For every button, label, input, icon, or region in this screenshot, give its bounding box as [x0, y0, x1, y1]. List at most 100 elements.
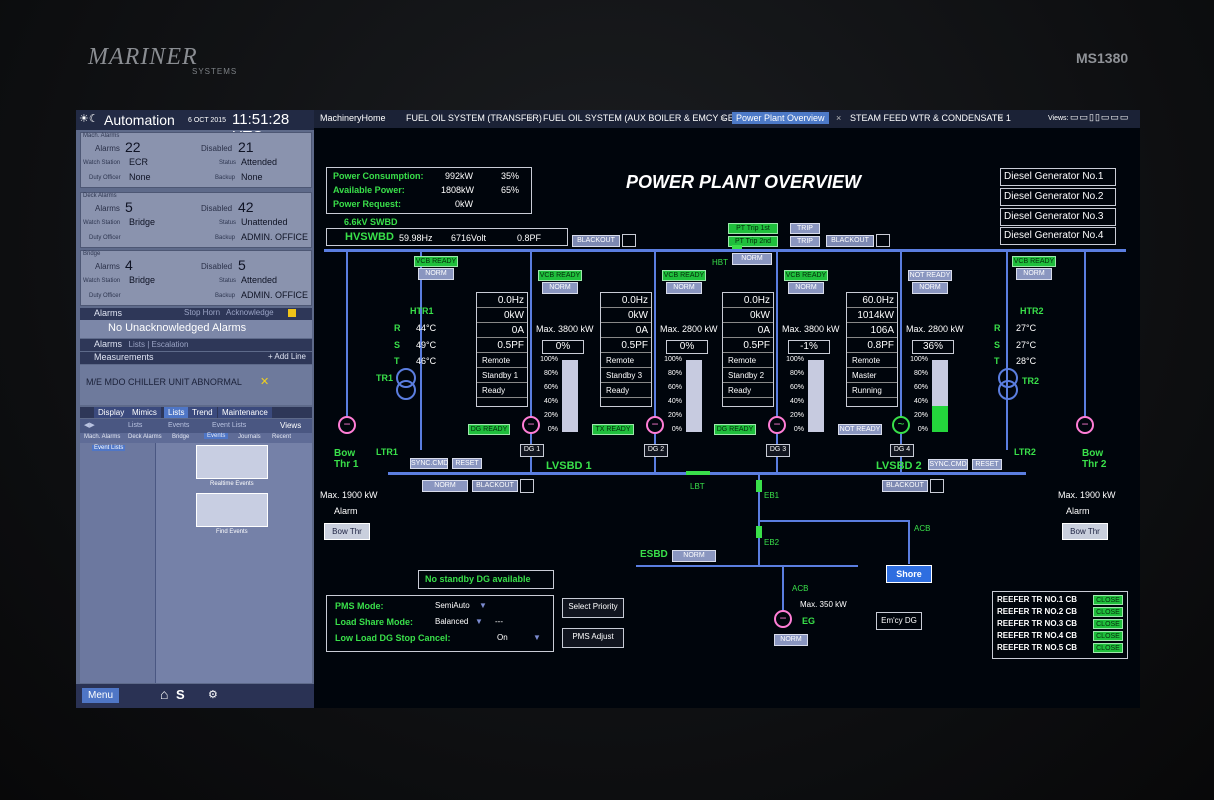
blackout-button-lv2[interactable]: BLACKOUT — [882, 480, 928, 492]
htr1-norm-button[interactable]: NORM — [418, 268, 454, 280]
mach-alarms-box[interactable]: Mach. Alarms Alarms 22 Disabled 21 Watch… — [80, 132, 312, 188]
eg-icon[interactable]: − — [774, 610, 792, 628]
home-icon[interactable]: ⌂ — [160, 686, 168, 702]
backup-value[interactable]: ADMIN. OFFICE — [241, 290, 308, 300]
realtime-events-thumb[interactable] — [196, 445, 268, 479]
shore-feeder-h — [758, 520, 908, 522]
lists-escalation-link[interactable]: Lists | Escalation — [129, 340, 189, 349]
lvsbd1-norm-button[interactable]: NORM — [422, 480, 468, 492]
emcy-dg-button[interactable]: Em'cy DG — [876, 612, 922, 630]
add-line-button[interactable]: + Add Line — [268, 352, 306, 361]
tab-trend[interactable]: Trend — [188, 407, 217, 418]
event-lists-item[interactable]: Event Lists — [92, 445, 126, 451]
tab-maintenance[interactable]: Maintenance — [218, 407, 272, 418]
dg-load-fill — [932, 406, 948, 432]
hvswbd-hz: 59.98Hz — [399, 233, 433, 243]
dg-norm-button[interactable]: NORM — [542, 282, 578, 294]
generator-icon[interactable]: − — [522, 416, 540, 434]
stop-horn-button[interactable]: Stop Horn — [184, 308, 220, 317]
sync-cmd-button-1[interactable]: SYNC.CMD — [410, 458, 448, 469]
events-pane: Event Lists Realtime Events Find Events — [80, 443, 312, 683]
pct-tick: 60% — [667, 384, 682, 391]
close-icon[interactable]: × — [836, 113, 841, 123]
dg-nav-4[interactable]: Diesel Generator No.4 — [1000, 227, 1116, 245]
trip-button-1[interactable]: TRIP — [790, 223, 820, 234]
sync-cmd-button-2[interactable]: SYNC.CMD — [928, 459, 968, 470]
subtab-journals[interactable]: Journals — [238, 434, 261, 440]
tab-fuel-aux[interactable]: FUEL OIL SYSTEM (AUX BOILER & EMCY GE) — [543, 113, 737, 123]
dg-name-button[interactable]: DG 4 — [890, 444, 914, 457]
reset-button-1[interactable]: RESET — [452, 458, 482, 469]
close-icon[interactable]: × — [720, 113, 725, 123]
dg-name-button[interactable]: DG 2 — [644, 444, 668, 457]
blackout-button-hv1[interactable]: BLACKOUT — [572, 235, 620, 247]
back-icon[interactable]: ◀▶ — [84, 421, 95, 429]
crumb-event-lists[interactable]: Event Lists — [212, 422, 246, 429]
tools-icon[interactable]: ⚙ — [208, 688, 218, 701]
close-icon[interactable]: × — [998, 113, 1003, 123]
select-priority-button[interactable]: Select Priority — [562, 598, 624, 618]
dg-norm-button[interactable]: NORM — [788, 282, 824, 294]
dg-norm-button[interactable]: NORM — [666, 282, 702, 294]
acknowledge-button[interactable]: Acknowledge — [226, 308, 274, 317]
dg-norm-button[interactable]: NORM — [912, 282, 948, 294]
dg-nav-2[interactable]: Diesel Generator No.2 — [1000, 188, 1116, 206]
subtab-bridge[interactable]: Bridge — [172, 434, 189, 440]
bow-thr-2-button[interactable]: Bow Thr — [1062, 523, 1108, 540]
pms-adjust-button[interactable]: PMS Adjust — [562, 628, 624, 648]
chevron-down-icon[interactable]: ▼ — [479, 601, 487, 610]
blackout-button-lv1[interactable]: BLACKOUT — [472, 480, 518, 492]
backup-label: Backup — [215, 235, 236, 241]
eg-norm-button[interactable]: NORM — [774, 634, 808, 646]
views-dropdown[interactable]: Views — [280, 421, 301, 430]
group-label: Deck Alarms — [83, 193, 117, 199]
hbt-norm-button[interactable]: NORM — [732, 253, 772, 265]
subtab-recent[interactable]: Recent — [272, 434, 291, 440]
generator-icon[interactable]: − — [768, 416, 786, 434]
htr2-norm-button[interactable]: NORM — [1016, 268, 1052, 280]
menu-button[interactable]: Menu — [82, 688, 120, 703]
pause-icon[interactable] — [288, 309, 296, 317]
dg-name-button[interactable]: DG 3 — [766, 444, 790, 457]
tab-power-plant[interactable]: Power Plant Overview — [732, 112, 829, 124]
duty-value[interactable]: None — [129, 172, 151, 182]
chevron-down-icon[interactable]: ▼ — [533, 633, 541, 642]
tab-steam-feed[interactable]: STEAM FEED WTR & CONDENSATE 1 — [850, 113, 1011, 123]
tab-mimics[interactable]: Mimics — [128, 407, 161, 418]
find-events-thumb[interactable] — [196, 493, 268, 527]
shore-button[interactable]: Shore — [886, 565, 932, 583]
tab-fuel-transfer[interactable]: FUEL OIL SYSTEM (TRANSFER) — [406, 113, 542, 123]
tab-machinery-home[interactable]: MachineryHome — [320, 113, 386, 123]
dg-nav-3[interactable]: Diesel Generator No.3 — [1000, 208, 1116, 226]
reset-button-2[interactable]: RESET — [972, 459, 1002, 470]
bridge-alarms-box[interactable]: Bridge Alarms 4 Disabled 5 Watch Station… — [80, 250, 312, 306]
subtab-deck-alarms[interactable]: Deck Alarms — [128, 434, 162, 440]
chevron-down-icon[interactable]: ▼ — [475, 617, 483, 626]
bow-thr-1-button[interactable]: Bow Thr — [324, 523, 370, 540]
backup-value[interactable]: ADMIN. OFFICE — [241, 232, 308, 242]
bow-thruster-2-icon[interactable]: − — [1076, 416, 1094, 434]
sun-moon-icon[interactable]: ☀☾ — [79, 112, 99, 125]
backup-value[interactable]: None — [241, 172, 263, 182]
bow-thruster-1-icon[interactable]: − — [338, 416, 356, 434]
crumb-events[interactable]: Events — [168, 422, 189, 429]
generator-icon[interactable]: − — [646, 416, 664, 434]
generator-icon[interactable]: ~ — [892, 416, 910, 434]
tab-lists[interactable]: Lists — [164, 407, 189, 418]
blackout-button-hv2[interactable]: BLACKOUT — [826, 235, 874, 247]
close-icon[interactable]: × — [528, 113, 533, 123]
esbd-norm-button[interactable]: NORM — [672, 550, 716, 562]
backup-label: Backup — [215, 293, 236, 299]
dg-nav-1[interactable]: Diesel Generator No.1 — [1000, 168, 1116, 186]
layout-icons[interactable]: ▭▭▯▯▭▭▭ — [1070, 112, 1129, 123]
low-load-value[interactable]: On — [497, 633, 508, 642]
trip-button-2[interactable]: TRIP — [790, 236, 820, 247]
pms-mode-value[interactable]: SemiAuto — [435, 601, 470, 610]
dg-name-button[interactable]: DG 1 — [520, 444, 544, 457]
subtab-mach-alarms[interactable]: Mach. Alarms — [84, 434, 120, 440]
tab-display[interactable]: Display — [94, 407, 129, 418]
load-share-value[interactable]: Balanced — [435, 617, 468, 626]
deck-alarms-box[interactable]: Deck Alarms Alarms 5 Disabled 42 Watch S… — [80, 192, 312, 248]
crumb-lists[interactable]: Lists — [128, 422, 142, 429]
subtab-events[interactable]: Events — [204, 433, 229, 439]
